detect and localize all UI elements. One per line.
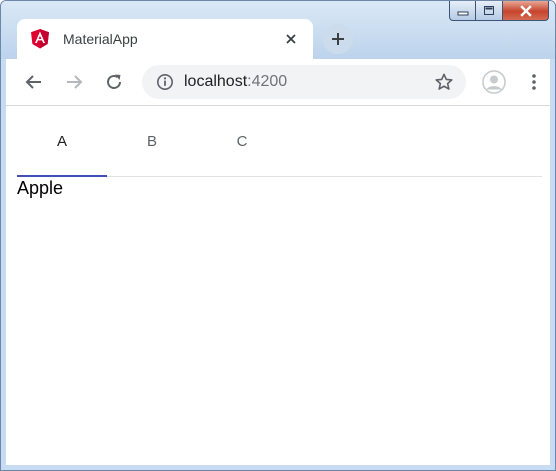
page-viewport: A B C Apple [6, 106, 550, 465]
person-icon [482, 70, 506, 94]
menu-button[interactable] [524, 72, 544, 92]
profile-avatar[interactable] [482, 70, 506, 94]
tab-title: MaterialApp [63, 31, 138, 47]
url-port: :4200 [247, 73, 288, 90]
reload-icon [107, 74, 121, 89]
browser-tab[interactable]: MaterialApp [17, 19, 313, 59]
url-host: localhost [184, 73, 248, 90]
url-text[interactable]: localhost:4200 [184, 73, 287, 91]
tab-b[interactable]: B [107, 106, 197, 176]
mat-tab-group: A B C [17, 106, 542, 177]
tab-label: A [56, 132, 67, 150]
tab-c[interactable]: C [197, 106, 287, 176]
arrow-right-icon [67, 75, 83, 89]
tab-label: B [146, 132, 157, 150]
minimize-button[interactable] [449, 1, 476, 21]
address-bar[interactable]: localhost:4200 [142, 65, 466, 99]
browser-window: MaterialApp localhost:4200 A B C Apple [0, 0, 556, 471]
close-icon [519, 4, 532, 17]
ink-bar [17, 175, 107, 177]
close-window-button[interactable] [503, 1, 549, 21]
angular-logo-icon [31, 29, 49, 49]
window-controls [449, 1, 549, 23]
info-icon[interactable] [156, 73, 174, 91]
tab-content: Apple [17, 178, 64, 198]
forward-button[interactable] [64, 72, 84, 92]
arrow-left-icon [25, 75, 41, 89]
plus-icon [332, 33, 344, 45]
new-tab-button[interactable] [323, 24, 353, 54]
back-button[interactable] [24, 72, 44, 92]
tab-label: C [236, 132, 248, 150]
close-tab-button[interactable] [281, 29, 301, 49]
close-icon [286, 34, 296, 44]
star-icon[interactable] [434, 72, 454, 92]
minimize-icon [457, 11, 468, 15]
more-vert-icon [532, 74, 536, 90]
browser-toolbar: localhost:4200 [6, 59, 550, 106]
maximize-icon [484, 6, 494, 15]
maximize-button[interactable] [476, 1, 503, 21]
tab-a[interactable]: A [17, 106, 107, 177]
reload-button[interactable] [104, 72, 124, 92]
